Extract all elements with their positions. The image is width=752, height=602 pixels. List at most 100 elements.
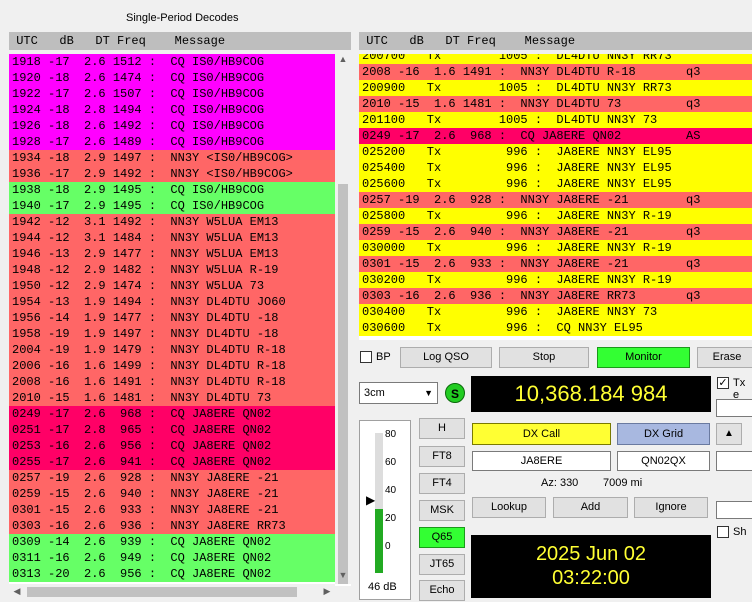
decode-row[interactable]: 0313 -20 2.6 956 : CQ JA8ERE QN02 — [9, 566, 351, 582]
band-value: 3cm — [364, 387, 385, 399]
meter-level-label: 46 dB — [368, 581, 397, 593]
decode-row[interactable]: 0249 -17 2.6 968 : CQ JA8ERE QN02 — [9, 406, 351, 422]
decode-row[interactable]: 025400 Tx 996 : JA8ERE NN3Y EL95 — [359, 160, 752, 176]
decode-row[interactable]: 2008 -16 1.6 1491 : NN3Y DL4DTU R-18 q3 — [359, 64, 752, 80]
decode-row[interactable]: 200900 Tx 1005 : DL4DTU NN3Y RR73 — [359, 80, 752, 96]
decode-row[interactable]: 1924 -18 2.8 1494 : CQ IS0/HB9COG — [9, 102, 351, 118]
left-list-header: UTC dB DT Freq Message — [9, 32, 351, 50]
scroll-up-arrow-icon[interactable]: ▲ — [335, 54, 351, 64]
decode-row[interactable]: 1936 -17 2.9 1492 : NN3Y <IS0/HB9COG> — [9, 166, 351, 182]
left-vertical-scrollbar[interactable]: ▲ ▼ — [335, 54, 351, 584]
decode-row[interactable]: 0311 -16 2.6 949 : CQ JA8ERE QN02 — [9, 550, 351, 566]
meter-pointer-icon: ▶ — [366, 493, 376, 507]
decode-row[interactable]: 2006 -16 1.6 1499 : NN3Y DL4DTU R-18 — [9, 358, 351, 374]
bp-checkbox[interactable] — [360, 351, 372, 363]
sh-checkbox[interactable] — [717, 526, 729, 538]
decode-row[interactable]: 0257 -19 2.6 928 : NN3Y JA8ERE -21 q3 — [359, 192, 752, 208]
decode-row[interactable]: 0303 -16 2.6 936 : NN3Y JA8ERE RR73 q3 — [359, 288, 752, 304]
decode-row[interactable]: 200700 Tx 1005 : DL4DTU NN3Y RR73 — [359, 54, 752, 64]
band-select[interactable]: 3cm ▼ — [359, 382, 438, 404]
decode-row[interactable]: 1940 -17 2.9 1495 : CQ IS0/HB9COG — [9, 198, 351, 214]
bp-label: BP — [376, 351, 391, 363]
single-period-decodes-title: Single-Period Decodes — [126, 12, 239, 24]
right-field-3[interactable] — [716, 501, 752, 519]
decode-row[interactable]: 030200 Tx 996 : JA8ERE NN3Y R-19 — [359, 272, 752, 288]
scroll-left-arrow-icon[interactable]: ◀ — [9, 586, 25, 597]
decode-row[interactable]: 0255 -17 2.6 941 : CQ JA8ERE QN02 — [9, 454, 351, 470]
monitor-button[interactable]: Monitor — [597, 347, 690, 368]
scroll-right-arrow-icon[interactable]: ▶ — [319, 586, 335, 597]
stop-button[interactable]: Stop — [499, 347, 589, 368]
left-horizontal-scrollbar[interactable]: ◀ ▶ — [9, 584, 335, 600]
decode-row[interactable]: 0259 -15 2.6 940 : NN3Y JA8ERE -21 — [9, 486, 351, 502]
decode-row[interactable]: 1922 -17 2.6 1507 : CQ IS0/HB9COG — [9, 86, 351, 102]
decode-row[interactable]: 0249 -17 2.6 968 : CQ JA8ERE QN02 AS — [359, 128, 752, 144]
decode-row[interactable]: 1928 -17 2.6 1489 : CQ IS0/HB9COG — [9, 134, 351, 150]
left-decodes-list[interactable]: 1918 -17 2.6 1512 : CQ IS0/HB9COG 1920 -1… — [9, 54, 351, 586]
decode-row[interactable]: 1950 -12 2.9 1474 : NN3Y W5LUA 73 — [9, 278, 351, 294]
ft4-button[interactable]: FT4 — [419, 473, 465, 494]
decode-row[interactable]: 2008 -16 1.6 1491 : NN3Y DL4DTU R-18 — [9, 374, 351, 390]
audio-level-meter: ▶ 80 60 40 20 0 46 dB — [359, 420, 411, 600]
time-text: 03:22:00 — [552, 567, 630, 589]
add-button[interactable]: Add — [553, 497, 628, 518]
dx-grid-input[interactable]: QN02QX — [617, 451, 710, 471]
msk-button[interactable]: MSK — [419, 500, 465, 521]
decode-row[interactable]: 1954 -13 1.9 1494 : NN3Y DL4DTU JO60 — [9, 294, 351, 310]
ft8-button[interactable]: FT8 — [419, 446, 465, 467]
scroll-down-arrow-icon[interactable]: ▼ — [335, 570, 351, 580]
meter-tick-label: 20 — [385, 513, 397, 524]
chevron-down-icon: ▼ — [424, 388, 433, 398]
decode-row[interactable]: 0257 -19 2.6 928 : NN3Y JA8ERE -21 — [9, 470, 351, 486]
left-hscroll-thumb[interactable] — [27, 587, 297, 597]
ignore-button[interactable]: Ignore — [634, 497, 708, 518]
decode-row[interactable]: 1938 -18 2.9 1495 : CQ IS0/HB9COG — [9, 182, 351, 198]
decode-row[interactable]: 0301 -15 2.6 933 : NN3Y JA8ERE -21 — [9, 502, 351, 518]
meter-tick-label: 80 — [385, 429, 397, 440]
erase-button[interactable]: Erase — [697, 347, 752, 368]
decode-row[interactable]: 1956 -14 1.9 1477 : NN3Y DL4DTU -18 — [9, 310, 351, 326]
decode-row[interactable]: 025600 Tx 996 : JA8ERE NN3Y EL95 — [359, 176, 752, 192]
dx-grid-button[interactable]: DX Grid — [617, 423, 710, 445]
decode-row[interactable]: 2004 -19 1.9 1479 : NN3Y DL4DTU R-18 — [9, 342, 351, 358]
decode-row[interactable]: 0259 -15 2.6 940 : NN3Y JA8ERE -21 q3 — [359, 224, 752, 240]
distance-label: 7009 mi — [603, 477, 643, 489]
decode-row[interactable]: 0309 -14 2.6 939 : CQ JA8ERE QN02 — [9, 534, 351, 550]
decode-row[interactable]: 0253 -16 2.6 956 : CQ JA8ERE QN02 — [9, 438, 351, 454]
decode-row[interactable]: 1942 -12 3.1 1492 : NN3Y W5LUA EM13 — [9, 214, 351, 230]
decode-row[interactable]: 1934 -18 2.9 1497 : NN3Y <IS0/HB9COG> — [9, 150, 351, 166]
decode-row[interactable]: 1958 -19 1.9 1497 : NN3Y DL4DTU -18 — [9, 326, 351, 342]
decode-row[interactable]: 030600 Tx 996 : CQ NN3Y EL95 — [359, 320, 752, 336]
decode-row[interactable]: 0301 -15 2.6 933 : NN3Y JA8ERE -21 q3 — [359, 256, 752, 272]
q65-button[interactable]: Q65 — [419, 527, 465, 548]
decode-row[interactable]: 1944 -12 3.1 1484 : NN3Y W5LUA EM13 — [9, 230, 351, 246]
decode-row[interactable]: 1946 -13 2.9 1477 : NN3Y W5LUA EM13 — [9, 246, 351, 262]
lookup-button[interactable]: Lookup — [472, 497, 546, 518]
tx-up-arrow-icon[interactable]: ▲ — [716, 423, 742, 445]
dx-call-input[interactable]: JA8ERE — [472, 451, 611, 471]
decode-row[interactable]: 0251 -17 2.8 965 : CQ JA8ERE QN02 — [9, 422, 351, 438]
decode-row[interactable]: 1920 -18 2.6 1474 : CQ IS0/HB9COG — [9, 70, 351, 86]
decode-row[interactable]: 030000 Tx 996 : JA8ERE NN3Y R-19 — [359, 240, 752, 256]
decode-row[interactable]: 2010 -15 1.6 1481 : NN3Y DL4DTU 73 q3 — [359, 96, 752, 112]
jt65-button[interactable]: JT65 — [419, 554, 465, 575]
decode-row[interactable]: 201100 Tx 1005 : DL4DTU NN3Y 73 — [359, 112, 752, 128]
h-button[interactable]: H — [419, 418, 465, 439]
log-qso-button[interactable]: Log QSO — [400, 347, 492, 368]
decode-row[interactable]: 2010 -15 1.6 1481 : NN3Y DL4DTU 73 — [9, 390, 351, 406]
left-scroll-thumb[interactable] — [338, 184, 348, 584]
decode-row[interactable]: 025200 Tx 996 : JA8ERE NN3Y EL95 — [359, 144, 752, 160]
tx-field-right[interactable] — [716, 399, 752, 417]
right-decodes-list[interactable]: 200700 Tx 1005 : DL4DTU NN3Y RR73 2008 -1… — [359, 54, 752, 340]
azimuth-label: Az: 330 — [541, 477, 579, 489]
tx-enable-checkbox[interactable]: ✓ — [717, 377, 729, 389]
decode-row[interactable]: 030400 Tx 996 : JA8ERE NN3Y 73 — [359, 304, 752, 320]
decode-row[interactable]: 025800 Tx 996 : JA8ERE NN3Y R-19 — [359, 208, 752, 224]
decode-row[interactable]: 0303 -16 2.6 936 : NN3Y JA8ERE RR73 — [9, 518, 351, 534]
dx-call-button[interactable]: DX Call — [472, 423, 611, 445]
decode-row[interactable]: 1918 -17 2.6 1512 : CQ IS0/HB9COG — [9, 54, 351, 70]
right-field-2[interactable] — [716, 451, 752, 471]
decode-row[interactable]: 1948 -12 2.9 1482 : NN3Y W5LUA R-19 — [9, 262, 351, 278]
decode-row[interactable]: 1926 -18 2.6 1492 : CQ IS0/HB9COG — [9, 118, 351, 134]
echo-button[interactable]: Echo — [419, 580, 465, 601]
